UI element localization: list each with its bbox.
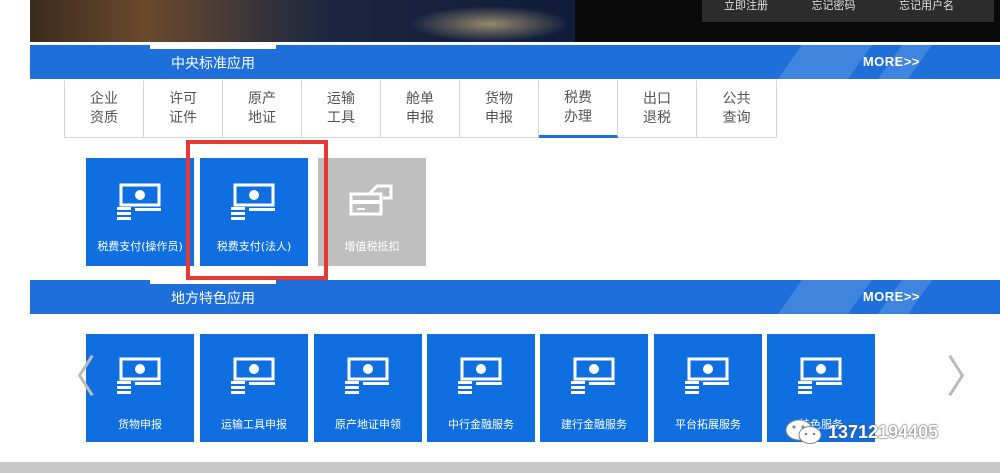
forgot-username-link[interactable]: 忘记用户名: [899, 0, 954, 12]
tab-label-line1: 许可: [169, 90, 197, 107]
money-icon: [345, 357, 389, 394]
tab-label-line1: 税费: [564, 89, 592, 106]
tile-label: 建行金融服务: [561, 418, 627, 431]
tile-boc-financial[interactable]: 中行金融服务: [427, 334, 535, 442]
tab-label-line2: 证件: [169, 109, 197, 126]
tab-label-line1: 运输: [327, 90, 355, 107]
tile-label: 运输工具申报: [221, 418, 287, 431]
central-more-link[interactable]: MORE>>: [863, 54, 920, 69]
tab-public-query[interactable]: 公共 查询: [697, 80, 777, 138]
tile-ccb-financial[interactable]: 建行金融服务: [540, 334, 648, 442]
watermark-text: 13712194405: [828, 421, 939, 442]
tab-manifest-declaration[interactable]: 舱单 申报: [381, 80, 460, 138]
tab-label-line1: 出口: [643, 90, 671, 107]
forgot-password-link[interactable]: 忘记密码: [812, 0, 856, 12]
highlight-box: [186, 140, 328, 280]
tile-label: 增值税抵扣: [344, 240, 400, 253]
tile-label: 中行金融服务: [448, 418, 514, 431]
tab-label-line2: 工具: [327, 109, 355, 126]
tab-label-line1: 货物: [485, 90, 513, 107]
central-apps-title-text: 中央标准应用: [171, 56, 255, 72]
tile-goods-declaration[interactable]: 货物申报: [86, 334, 194, 442]
wechat-icon: [785, 419, 822, 444]
money-icon: [798, 357, 842, 394]
banner-glow: [410, 6, 570, 42]
carousel-next-arrow[interactable]: 〉: [946, 356, 990, 400]
hero-banner: 立即注册 忘记密码 忘记用户名: [30, 0, 1000, 42]
money-icon: [458, 357, 502, 394]
money-icon: [117, 357, 161, 394]
tile-label: 平台拓展服务: [675, 418, 741, 431]
tab-transport-vehicle[interactable]: 运输 工具: [302, 80, 381, 138]
tile-label: 原产地证申领: [335, 418, 401, 431]
tile-origin-certificate-apply[interactable]: 原产地证申领: [314, 334, 422, 442]
tab-tax-handling[interactable]: 税费 办理: [539, 80, 618, 138]
tile-vat-deduction[interactable]: 增值税抵扣: [318, 158, 426, 266]
money-icon: [571, 357, 615, 394]
tab-label-line1: 原产: [248, 90, 276, 107]
tile-label: 税费支付(操作员): [97, 240, 183, 253]
tab-origin-certificate[interactable]: 原产 地证: [223, 80, 302, 138]
tab-label-line2: 地证: [248, 109, 276, 126]
tile-transport-declaration[interactable]: 运输工具申报: [200, 334, 308, 442]
tab-label-line2: 资质: [90, 109, 118, 126]
tab-label-line1: 公共: [722, 90, 751, 107]
tab-label-line2: 申报: [406, 109, 434, 126]
tile-tax-payment-operator[interactable]: 税费支付(操作员): [86, 158, 194, 266]
footer-bar: [0, 462, 1000, 473]
tile-label: 货物申报: [118, 418, 162, 431]
page: 立即注册 忘记密码 忘记用户名 MORE>> 中央标准应用 企业 资质 许可 证件 …: [0, 0, 1000, 473]
tab-label-line1: 企业: [90, 90, 118, 107]
account-links: 立即注册 忘记密码 忘记用户名: [702, 0, 994, 22]
tab-label-line2: 申报: [485, 109, 513, 126]
local-more-link[interactable]: MORE>>: [863, 289, 920, 304]
tab-enterprise-qualification[interactable]: 企业 资质: [65, 80, 144, 138]
tab-label-line2: 退税: [643, 109, 671, 126]
local-apps-title-text: 地方特色应用: [171, 291, 255, 307]
category-tabs: 企业 资质 许可 证件 原产 地证 运输 工具 舱单 申报 货物 申报 税费 办理 出口 退税 …: [64, 80, 777, 138]
central-apps-title[interactable]: 中央标准应用: [150, 45, 276, 79]
tab-label-line2: 查询: [722, 109, 751, 126]
tile-platform-expansion[interactable]: 平台拓展服务: [654, 334, 762, 442]
carousel-prev-arrow[interactable]: 〈: [52, 356, 96, 400]
money-icon: [231, 357, 275, 394]
tab-export-tax-refund[interactable]: 出口 退税: [618, 80, 697, 138]
watermark: 13712194405: [784, 418, 938, 446]
tab-license-certificates[interactable]: 许可 证件: [144, 80, 223, 138]
money-icon: [117, 183, 161, 220]
register-link[interactable]: 立即注册: [724, 0, 768, 12]
tab-label-line1: 舱单: [406, 90, 434, 107]
tab-goods-declaration[interactable]: 货物 申报: [460, 80, 539, 138]
tab-label-line2: 办理: [564, 108, 592, 125]
local-apps-title[interactable]: 地方特色应用: [150, 280, 276, 314]
card-payment-icon: [349, 184, 393, 216]
money-icon: [685, 357, 729, 394]
